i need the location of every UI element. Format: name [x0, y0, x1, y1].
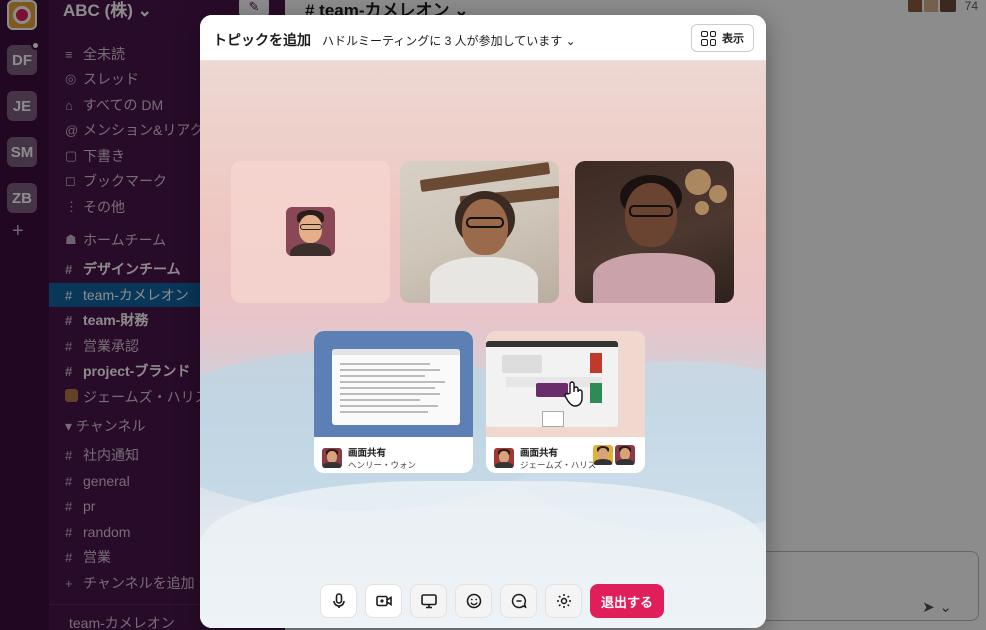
settings-icon [556, 594, 571, 608]
screen-share-tile[interactable]: 画面共有 ヘンリー・ウォン [314, 331, 473, 473]
screen-share-preview [314, 331, 473, 437]
participant-video-tile[interactable] [400, 161, 559, 303]
view-button[interactable]: 表示 [691, 24, 754, 52]
add-topic-button[interactable]: トピックを追加 [213, 30, 311, 50]
screen-share-tile[interactable]: 画面共有 ジェームズ・ハリス [486, 331, 645, 473]
mic-icon [332, 593, 345, 608]
avatar [286, 207, 335, 256]
emoji-icon [466, 593, 481, 609]
leave-button[interactable]: 退出する [590, 584, 665, 618]
huddle-header: トピックを追加 ハドルミーティングに 3 人が参加しています ⌄ 表示 [200, 15, 766, 61]
emoji-button[interactable] [455, 584, 492, 618]
screen-share-info: 画面共有 ヘンリー・ウォン [322, 445, 416, 471]
screen-share-preview [486, 331, 645, 437]
screen-share-info: 画面共有 ジェームズ・ハリス [494, 445, 596, 471]
screen-share-icon [420, 594, 437, 609]
avatar [322, 448, 342, 468]
grid-icon [701, 30, 716, 46]
settings-button[interactable] [545, 584, 582, 618]
huddle-controls: 退出する [320, 584, 665, 618]
screen-share-button[interactable] [410, 584, 447, 618]
camera-icon [375, 595, 392, 607]
screen-share-title: 画面共有 [348, 448, 387, 459]
chat-button[interactable] [500, 584, 537, 618]
participant-video-tile[interactable] [575, 161, 734, 303]
huddle-stage: 画面共有 ヘンリー・ウォン 画面共有 ジェームズ・ハリス 退出する [200, 61, 766, 628]
viewer-avatars [593, 445, 635, 465]
participant-tile[interactable] [231, 161, 390, 303]
chat-icon [511, 593, 527, 609]
screen-share-owner: ジェームズ・ハリス [520, 460, 597, 470]
avatar [593, 445, 613, 465]
avatar [615, 445, 635, 465]
avatar [494, 448, 514, 468]
mic-button[interactable] [320, 584, 357, 618]
view-button-label: 表示 [722, 33, 744, 45]
camera-button[interactable] [365, 584, 402, 618]
screen-share-title: 画面共有 [520, 448, 559, 459]
huddle-modal: トピックを追加 ハドルミーティングに 3 人が参加しています ⌄ 表示 画面共有… [200, 15, 766, 628]
hand-cursor-icon [564, 381, 583, 407]
participants-dropdown[interactable]: ハドルミーティングに 3 人が参加しています ⌄ [322, 32, 576, 49]
screen-share-owner: ヘンリー・ウォン [348, 460, 417, 470]
